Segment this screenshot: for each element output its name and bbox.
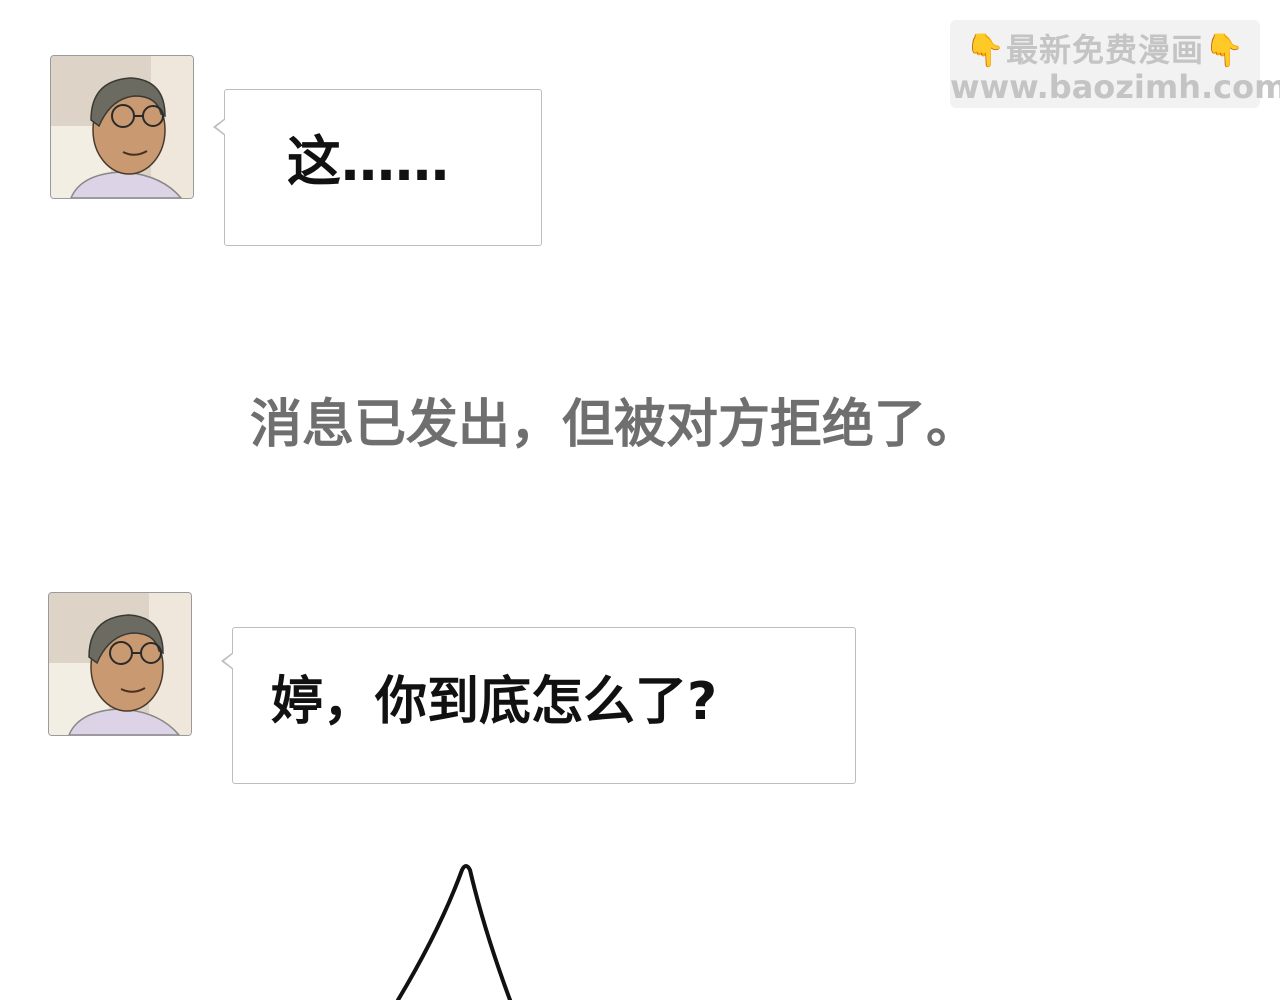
- line-art-figure: [396, 864, 512, 1000]
- message-text: 婷，你到底怎么了?: [271, 672, 718, 732]
- message-bubble: 婷，你到底怎么了?: [221, 627, 856, 784]
- system-notice: 消息已发出，但被对方拒绝了。: [250, 395, 979, 455]
- message-text: 这……: [287, 130, 449, 193]
- watermark-title: 最新免费漫画: [1005, 31, 1204, 69]
- pointing-down-hand-icon: 👇: [1204, 31, 1245, 69]
- pointing-down-hand-icon: 👇: [965, 31, 1006, 69]
- watermark: 👇最新免费漫画👇 www.baozimh.com: [950, 20, 1280, 108]
- sender-avatar: [50, 55, 194, 199]
- watermark-url: www.baozimh.com: [950, 68, 1280, 106]
- message-bubble: 这……: [213, 89, 542, 246]
- sender-avatar: [48, 592, 192, 736]
